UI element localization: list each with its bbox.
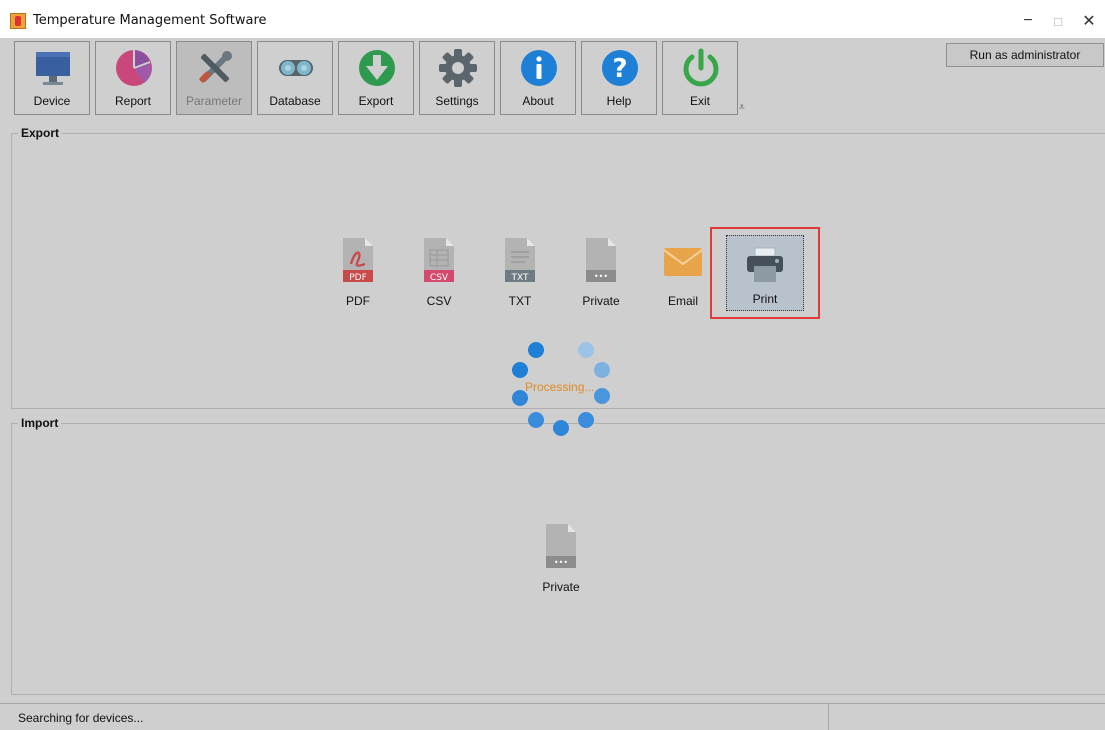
device-button[interactable]: Device bbox=[14, 41, 90, 115]
export-button[interactable]: Export bbox=[338, 41, 414, 115]
spinner-dot bbox=[594, 362, 610, 378]
about-button[interactable]: About bbox=[500, 41, 576, 115]
private-file-icon: ••• bbox=[586, 238, 616, 282]
printer-icon bbox=[747, 247, 783, 282]
csv-file-icon: CSV bbox=[424, 238, 454, 282]
export-private-item[interactable]: ••• Private bbox=[568, 238, 634, 318]
settings-label: Settings bbox=[435, 94, 479, 108]
parameter-label: Parameter bbox=[185, 94, 243, 108]
help-label: Help bbox=[606, 94, 632, 108]
status-separator bbox=[828, 704, 829, 730]
monitor-icon bbox=[36, 52, 70, 85]
title-bar: Temperature Management Software − □ ✕ bbox=[0, 0, 1105, 38]
spinner-dot bbox=[578, 412, 594, 428]
export-csv-item[interactable]: CSV CSV bbox=[406, 238, 472, 318]
database-label: Database bbox=[269, 94, 321, 108]
export-private-label: Private bbox=[582, 294, 620, 308]
device-label: Device bbox=[33, 94, 71, 108]
import-private-label: Private bbox=[542, 580, 580, 594]
question-icon: ? bbox=[602, 50, 638, 86]
spinner-dot bbox=[528, 412, 544, 428]
csv-badge: CSV bbox=[430, 273, 449, 282]
help-button[interactable]: ? Help bbox=[581, 41, 657, 115]
minimize-button[interactable]: − bbox=[1013, 8, 1043, 34]
export-email-item[interactable]: Email bbox=[650, 238, 716, 318]
about-label: About bbox=[522, 94, 554, 108]
status-text: Searching for devices... bbox=[18, 711, 144, 725]
private-badge: ••• bbox=[594, 272, 608, 281]
power-icon bbox=[683, 48, 719, 87]
gear-icon bbox=[439, 49, 477, 87]
close-button[interactable]: ✕ bbox=[1074, 8, 1104, 34]
import-panel-title: Import bbox=[18, 416, 62, 430]
report-button[interactable]: Report bbox=[95, 41, 171, 115]
report-label: Report bbox=[114, 94, 152, 108]
info-icon bbox=[521, 50, 557, 86]
export-email-label: Email bbox=[667, 294, 698, 308]
pdf-file-icon: PDF bbox=[343, 238, 373, 282]
exit-button[interactable]: Exit bbox=[662, 41, 738, 115]
import-private-item[interactable]: ••• Private bbox=[528, 524, 594, 604]
window-title: Temperature Management Software bbox=[33, 13, 267, 28]
database-button[interactable]: Database bbox=[257, 41, 333, 115]
status-bar: Searching for devices... bbox=[0, 703, 1105, 730]
processing-text: Processing... bbox=[525, 380, 595, 394]
txt-badge: TXT bbox=[510, 273, 529, 282]
export-txt-label: TXT bbox=[508, 294, 532, 308]
export-print-item[interactable]: Print bbox=[726, 235, 804, 311]
spinner-dot bbox=[594, 388, 610, 404]
private-file-icon: ••• bbox=[546, 524, 576, 568]
envelope-icon bbox=[664, 248, 702, 276]
run-as-administrator-button[interactable]: Run as administrator bbox=[946, 43, 1104, 67]
export-label: Export bbox=[358, 94, 394, 108]
import-private-badge: ••• bbox=[554, 558, 568, 567]
tools-icon bbox=[199, 51, 232, 83]
parameter-button[interactable]: Parameter bbox=[176, 41, 252, 115]
export-pdf-label: PDF bbox=[346, 294, 370, 308]
export-pdf-item[interactable]: PDF PDF bbox=[325, 238, 391, 318]
export-print-label: Print bbox=[752, 292, 778, 306]
export-txt-item[interactable]: TXT TXT bbox=[487, 238, 553, 318]
txt-file-icon: TXT bbox=[505, 238, 535, 282]
spinner-dot bbox=[553, 420, 569, 436]
settings-button[interactable]: Settings bbox=[419, 41, 495, 115]
app-icon bbox=[10, 13, 26, 29]
toolbar-overflow-icon[interactable]: ⩡ bbox=[739, 102, 745, 113]
maximize-button[interactable]: □ bbox=[1043, 8, 1073, 34]
svg-text:?: ? bbox=[612, 54, 627, 84]
toolbar: Device Report Parameter Database Export … bbox=[0, 38, 1105, 120]
spinner-dot bbox=[512, 362, 528, 378]
spinner-dot bbox=[578, 342, 594, 358]
exit-label: Exit bbox=[689, 94, 710, 108]
download-icon bbox=[359, 50, 395, 86]
pdf-badge: PDF bbox=[349, 273, 367, 282]
spinner-dot bbox=[528, 342, 544, 358]
export-csv-label: CSV bbox=[426, 294, 452, 308]
export-panel-title: Export bbox=[18, 126, 63, 140]
pie-chart-icon bbox=[116, 50, 152, 86]
binoculars-icon bbox=[279, 60, 313, 76]
